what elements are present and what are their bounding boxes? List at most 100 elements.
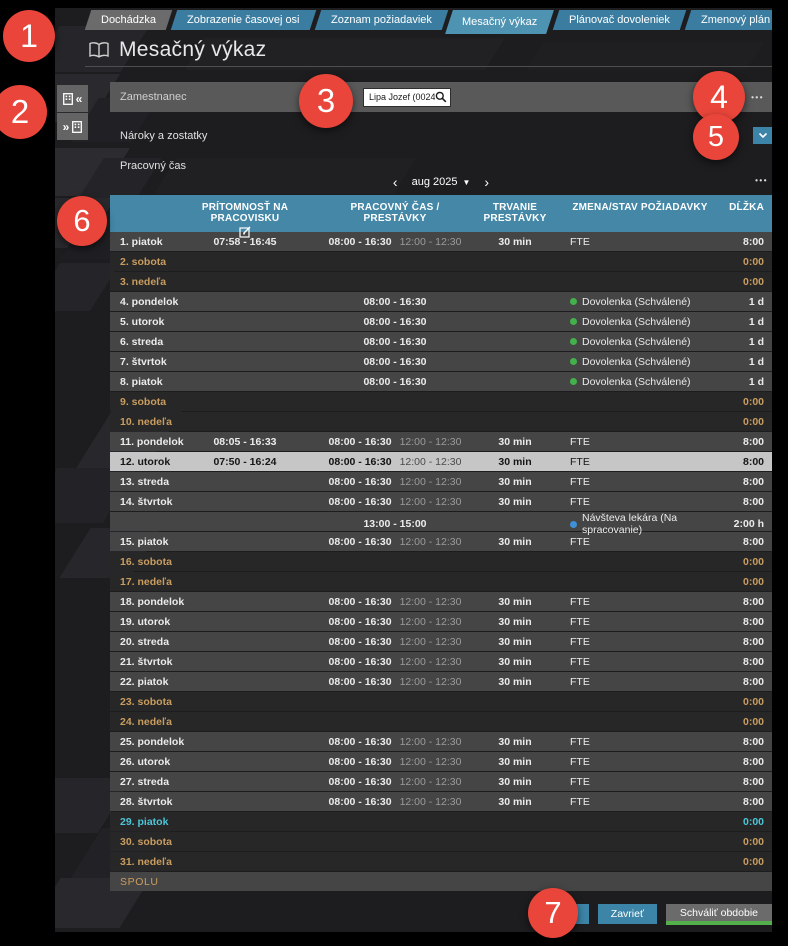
attendance-column-header: PRÍTOMNOSŤ NA PRACOVISKU	[170, 195, 320, 238]
table-row[interactable]: 17. nedeľa0:00	[110, 572, 772, 591]
table-row[interactable]: 7. štvrtok08:00 - 16:30Dovolenka (Schvál…	[110, 352, 772, 371]
table-row[interactable]: 3. nedeľa 0:00	[110, 272, 772, 291]
break-duration-cell: 30 min	[470, 736, 560, 748]
entitlements-section: Nároky a zostatky	[110, 124, 772, 148]
table-row[interactable]: 15. piatok08:00 - 16:3012:00 - 12:3030 m…	[110, 532, 772, 551]
length-cell: 8:00	[720, 636, 772, 648]
chevron-down-icon	[758, 132, 768, 139]
table-row[interactable]: 24. nedeľa0:00	[110, 712, 772, 731]
expand-panel-button[interactable]: »	[57, 113, 88, 140]
length-cell: 8:00	[720, 616, 772, 628]
length-cell: 0:00	[720, 856, 772, 868]
table-row[interactable]: 9. sobota0:00	[110, 392, 772, 411]
break-duration-cell: 30 min	[470, 236, 560, 248]
table-row[interactable]: 20. streda08:00 - 16:3012:00 - 12:3030 m…	[110, 632, 772, 651]
day-cell: 28. štvrtok	[110, 796, 170, 808]
table-row[interactable]: 26. utorok 08:00 - 16:3012:00 - 12:3030 m…	[110, 752, 772, 771]
attendance-cell: 07:58 - 16:45	[170, 236, 320, 248]
table-row[interactable]: 2. sobota0:00	[110, 252, 772, 271]
table-row[interactable]: 30. sobota0:00	[110, 832, 772, 851]
table-row[interactable]: 10. nedeľa0:00	[110, 412, 772, 431]
table-body: 1. piatok07:58 - 16:4508:00 - 16:3012:00…	[110, 232, 772, 891]
total-row[interactable]: SPOLU	[110, 872, 772, 891]
expand-entitlements-button[interactable]	[753, 127, 772, 144]
table-row[interactable]: 28. štvrtok08:00 - 16:3012:00 - 12:3030 …	[110, 792, 772, 811]
break-duration-cell: 30 min	[470, 596, 560, 608]
table-row[interactable]: 25. pondelok08:00 - 16:3012:00 - 12:3030…	[110, 732, 772, 751]
day-cell: 17. nedeľa	[110, 576, 170, 588]
table-row[interactable]: 22. piatok08:00 - 16:3012:00 - 12:3030 m…	[110, 672, 772, 691]
length-cell: 1 d	[720, 356, 772, 368]
day-cell: 12. utorok	[110, 456, 170, 468]
table-row[interactable]: 13:00 - 15:00Návšteva lekára (Na spracov…	[110, 512, 772, 531]
length-cell: 8:00	[720, 676, 772, 688]
employee-search-input[interactable]: Lipa Jozef (0024	[363, 88, 451, 107]
tab-dochadzka[interactable]: Dochádzka	[85, 10, 173, 30]
month-dropdown[interactable]: aug 2025 ▼	[412, 176, 471, 188]
break-duration-cell: 30 min	[470, 616, 560, 628]
table-row[interactable]: 12. utorok07:50 - 16:2408:00 - 16:3012:0…	[110, 452, 772, 471]
screenshot-stage: DochádzkaZobrazenie časovej osiZoznam po…	[0, 0, 788, 946]
approve-period-button[interactable]: Schváliť obdobie	[666, 904, 772, 925]
length-cell: 8:00	[720, 596, 772, 608]
schedule-cell: 08:00 - 16:3012:00 - 12:30	[320, 596, 470, 608]
length-cell: 0:00	[720, 716, 772, 728]
callout-7: 7	[528, 888, 578, 938]
schedule-cell: 08:00 - 16:3012:00 - 12:30	[320, 776, 470, 788]
table-row[interactable]: 14. štvrtok08:00 - 16:3012:00 - 12:3030 …	[110, 492, 772, 511]
table-row[interactable]: 27. streda08:00 - 16:3012:00 - 12:3030 m…	[110, 772, 772, 791]
tab-bar: DochádzkaZobrazenie časovej osiZoznam po…	[88, 10, 772, 34]
table-row[interactable]: 1. piatok07:58 - 16:4508:00 - 16:3012:00…	[110, 232, 772, 251]
length-cell: 8:00	[720, 656, 772, 668]
day-cell: 26. utorok	[110, 756, 170, 768]
schedule-cell: 13:00 - 15:00	[320, 518, 470, 530]
tab-planovac-dovoleniek[interactable]: Plánovač dovoleniek	[552, 10, 685, 30]
tab-mesacny-vykaz[interactable]: Mesačný výkaz	[446, 10, 555, 34]
break-duration-cell: 30 min	[470, 756, 560, 768]
status-cell: Dovolenka (Schválené)	[560, 336, 720, 348]
table-row[interactable]: 6. streda08:00 - 16:30Dovolenka (Schvále…	[110, 332, 772, 351]
day-cell: 3. nedeľa	[110, 276, 170, 288]
status-cell: Dovolenka (Schválené)	[560, 296, 720, 308]
table-row[interactable]: 21. štvrtok08:00 - 16:3012:00 - 12:3030 …	[110, 652, 772, 671]
callout-6: 6	[57, 196, 107, 246]
length-cell: 8:00	[720, 476, 772, 488]
length-cell: 1 d	[720, 296, 772, 308]
day-cell: 25. pondelok	[110, 736, 170, 748]
table-row[interactable]: 4. pondelok08:00 - 16:30Dovolenka (Schvá…	[110, 292, 772, 311]
previous-month-button[interactable]: ‹	[393, 175, 398, 189]
table-row[interactable]: 8. piatok08:00 - 16:30Dovolenka (Schvále…	[110, 372, 772, 391]
length-cell: 8:00	[720, 456, 772, 468]
schedule-cell: 08:00 - 16:3012:00 - 12:30	[320, 756, 470, 768]
length-cell: 0:00	[720, 416, 772, 428]
break-duration-cell: 30 min	[470, 476, 560, 488]
day-column-header	[110, 195, 170, 238]
table-row[interactable]: 11. pondelok08:05 - 16:3308:00 - 16:3012…	[110, 432, 772, 451]
day-cell: 30. sobota	[110, 836, 170, 848]
table-more-button[interactable]: •••	[755, 176, 768, 185]
collapse-panel-button[interactable]: «	[57, 85, 88, 112]
callout-1: 1	[3, 10, 55, 62]
table-row[interactable]: 23. sobota0:00	[110, 692, 772, 711]
table-row[interactable]: 5. utorok08:00 - 16:30Dovolenka (Schvále…	[110, 312, 772, 331]
table-row[interactable]: 19. utorok08:00 - 16:3012:00 - 12:3030 m…	[110, 612, 772, 631]
schedule-cell: 08:00 - 16:3012:00 - 12:30	[320, 656, 470, 668]
search-icon	[435, 91, 447, 103]
tab-zoznam-poziadaviek[interactable]: Zoznam požiadaviek	[314, 10, 447, 30]
table-row[interactable]: 16. sobota0:00	[110, 552, 772, 571]
day-cell: 31. nedeľa	[110, 856, 170, 868]
close-button[interactable]: Zavrieť	[598, 904, 657, 924]
chevron-double-right-icon: »	[63, 120, 70, 134]
schedule-cell: 08:00 - 16:3012:00 - 12:30	[320, 616, 470, 628]
next-month-button[interactable]: ›	[484, 175, 489, 189]
status-cell: FTE	[560, 456, 720, 468]
table-row[interactable]: 31. nedeľa 0:00	[110, 852, 772, 871]
length-cell: 8:00	[720, 496, 772, 508]
length-cell: 0:00	[720, 276, 772, 288]
tab-zobrazenie-casovej-osi[interactable]: Zobrazenie časovej osi	[171, 10, 316, 30]
table-row[interactable]: 13. streda08:00 - 16:3012:00 - 12:3030 m…	[110, 472, 772, 491]
employee-more-button[interactable]: •••	[751, 93, 772, 102]
table-row[interactable]: 18. pondelok08:00 - 16:3012:00 - 12:3030…	[110, 592, 772, 611]
tab-zmenovy-plan[interactable]: Zmenový plán	[684, 10, 772, 30]
table-row[interactable]: 29. piatok0:00	[110, 812, 772, 831]
